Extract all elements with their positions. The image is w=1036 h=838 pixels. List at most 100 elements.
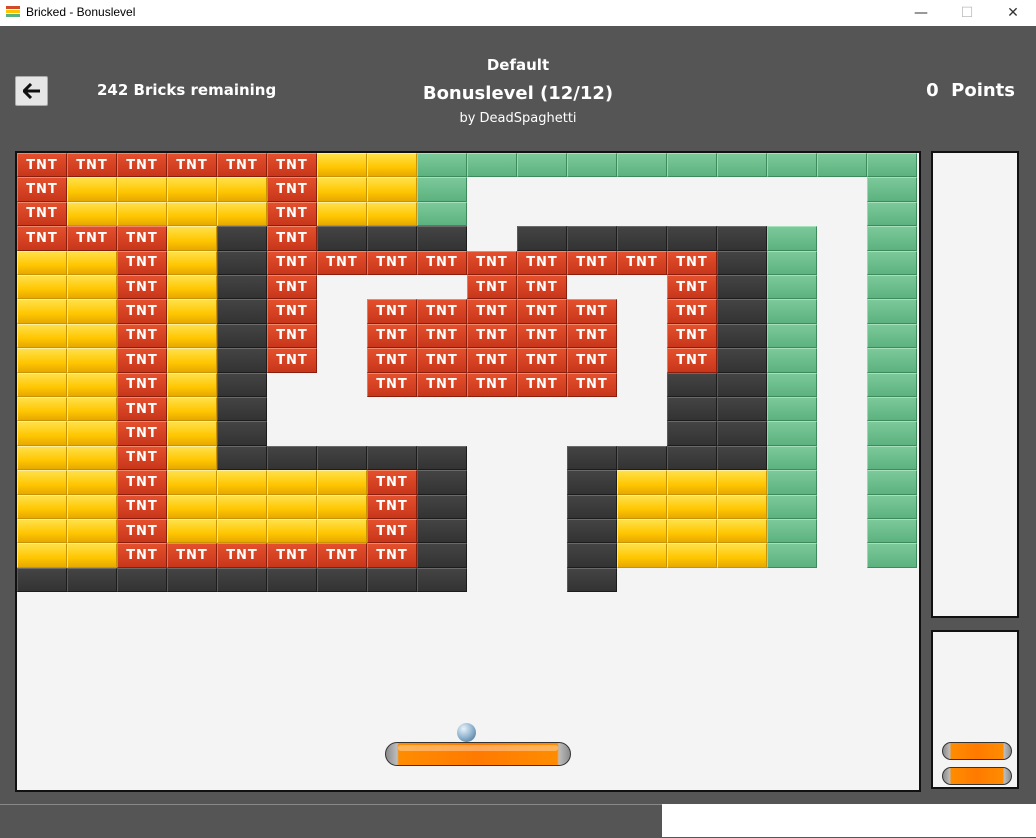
tnt-brick: TNT: [267, 323, 317, 349]
yellow-brick: [167, 323, 217, 349]
tnt-brick: TNT: [117, 543, 167, 568]
yellow-brick: [667, 470, 717, 495]
level-author-text: by DeadSpaghetti: [459, 111, 577, 126]
dark-brick: [317, 226, 367, 251]
green-brick: [467, 153, 517, 178]
yellow-brick: [267, 519, 317, 544]
tnt-brick: TNT: [117, 299, 167, 324]
tnt-brick: TNT: [417, 323, 467, 349]
tnt-brick: TNT: [17, 177, 67, 202]
dark-brick: [117, 567, 167, 593]
tnt-brick: TNT: [67, 153, 117, 178]
dark-brick: [717, 226, 767, 251]
yellow-brick: [17, 421, 67, 446]
tnt-brick: TNT: [467, 250, 517, 275]
dark-brick: [217, 397, 267, 422]
green-brick: [867, 226, 917, 251]
tnt-brick: TNT: [117, 519, 167, 544]
dark-brick: [217, 323, 267, 349]
green-brick: [767, 250, 817, 275]
tnt-brick: TNT: [517, 348, 567, 373]
tnt-brick: TNT: [517, 250, 567, 275]
status-bar: [0, 804, 662, 838]
yellow-brick: [367, 153, 417, 178]
tnt-brick: TNT: [67, 226, 117, 251]
paddle[interactable]: [385, 742, 571, 766]
dark-brick: [217, 299, 267, 324]
tnt-brick: TNT: [317, 543, 367, 568]
tnt-brick: TNT: [17, 201, 67, 227]
game-field[interactable]: TNT TNT TNT TNT TNT TNT TNT TNT TNT TNT TNT TNT TNT T…: [15, 151, 921, 792]
dark-brick: [567, 543, 617, 568]
tnt-brick: TNT: [367, 494, 417, 519]
tnt-brick: TNT: [217, 543, 267, 568]
tnt-brick: TNT: [117, 275, 167, 300]
dark-brick: [367, 226, 417, 251]
dark-brick: [717, 348, 767, 373]
dark-brick: [567, 519, 617, 544]
tnt-brick: TNT: [117, 421, 167, 446]
dark-brick: [567, 470, 617, 495]
tnt-brick: TNT: [517, 372, 567, 397]
yellow-brick: [167, 494, 217, 519]
green-brick: [867, 494, 917, 519]
stats-panel: [931, 151, 1019, 618]
tnt-brick: TNT: [667, 323, 717, 349]
yellow-brick: [67, 201, 117, 227]
tnt-brick: TNT: [17, 226, 67, 251]
tnt-brick: TNT: [317, 250, 367, 275]
dark-brick: [517, 226, 567, 251]
tnt-brick: TNT: [367, 323, 417, 349]
green-brick: [867, 323, 917, 349]
tnt-brick: TNT: [267, 250, 317, 275]
yellow-brick: [67, 519, 117, 544]
green-brick: [867, 519, 917, 544]
life-paddle-icon: [942, 767, 1012, 785]
dark-brick: [667, 397, 717, 422]
green-brick: [567, 153, 617, 178]
green-brick: [867, 445, 917, 471]
tnt-brick: TNT: [267, 177, 317, 202]
dark-brick: [617, 226, 667, 251]
green-brick: [867, 348, 917, 373]
status-bar-blank: [662, 804, 1036, 837]
yellow-brick: [67, 250, 117, 275]
green-brick: [867, 275, 917, 300]
life-paddle-icon: [942, 742, 1012, 760]
green-brick: [767, 543, 817, 568]
tnt-brick: TNT: [117, 445, 167, 471]
level-author: by DeadSpaghetti: [0, 111, 1036, 126]
green-brick: [867, 250, 917, 275]
yellow-brick: [17, 494, 67, 519]
level-title-text: Bonuslevel (12/12): [422, 83, 614, 104]
dark-brick: [417, 226, 467, 251]
dark-brick: [567, 445, 617, 471]
dark-brick: [717, 445, 767, 471]
green-brick: [867, 372, 917, 397]
dark-brick: [317, 567, 367, 593]
tnt-brick: TNT: [667, 299, 717, 324]
yellow-brick: [317, 519, 367, 544]
green-brick: [767, 275, 817, 300]
yellow-brick: [167, 421, 217, 446]
dark-brick: [717, 275, 767, 300]
green-brick: [767, 421, 817, 446]
tnt-brick: TNT: [367, 470, 417, 495]
yellow-brick: [67, 372, 117, 397]
dark-brick: [167, 567, 217, 593]
green-brick: [867, 397, 917, 422]
tnt-brick: TNT: [467, 323, 517, 349]
dark-brick: [717, 299, 767, 324]
tnt-brick: TNT: [667, 250, 717, 275]
dark-brick: [217, 372, 267, 397]
yellow-brick: [317, 153, 367, 178]
green-brick: [767, 519, 817, 544]
tnt-brick: TNT: [417, 372, 467, 397]
tnt-brick: TNT: [367, 519, 417, 544]
dark-brick: [67, 567, 117, 593]
tnt-brick: TNT: [467, 348, 517, 373]
tnt-brick: TNT: [267, 299, 317, 324]
dark-brick: [367, 567, 417, 593]
tnt-brick: TNT: [567, 348, 617, 373]
tnt-brick: TNT: [117, 323, 167, 349]
